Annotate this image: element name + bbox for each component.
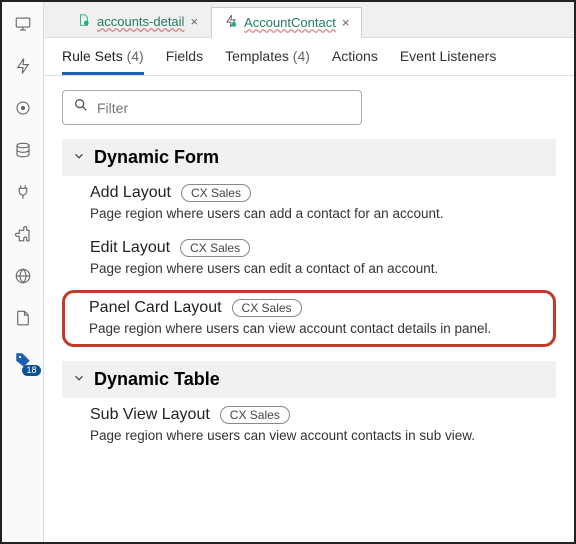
pill-cx-sales: CX Sales [220, 406, 290, 424]
subtab-count: (4) [127, 48, 144, 64]
item-desc: Page region where users can edit a conta… [90, 261, 546, 276]
item-title: Edit Layout [90, 239, 170, 257]
badge-count: 18 [22, 365, 40, 376]
extension-icon[interactable] [11, 222, 35, 246]
tab-actions[interactable]: Actions [332, 48, 378, 75]
file-icon [77, 13, 91, 30]
subtab-label: Rule Sets [62, 48, 123, 64]
item-title: Sub View Layout [90, 406, 210, 424]
subtab-count: (4) [293, 48, 310, 64]
monitor-icon[interactable] [11, 12, 35, 36]
sidebar: 18 [2, 2, 44, 542]
chevron-down-icon [72, 147, 86, 168]
pill-cx-sales: CX Sales [181, 184, 251, 202]
layout-item-sub-view[interactable]: Sub View Layout CX Sales Page region whe… [62, 398, 556, 453]
layout-item-add[interactable]: Add Layout CX Sales Page region where us… [62, 176, 556, 231]
tab-label: AccountContact [244, 15, 336, 30]
tab-fields[interactable]: Fields [166, 48, 203, 75]
search-icon [73, 97, 89, 118]
layout-item-panel-card[interactable]: Panel Card Layout CX Sales Page region w… [62, 290, 556, 347]
layout-item-edit[interactable]: Edit Layout CX Sales Page region where u… [62, 231, 556, 286]
bolt-file-icon [224, 14, 238, 31]
tab-event-listeners[interactable]: Event Listeners [400, 48, 497, 75]
chevron-down-icon [72, 369, 86, 390]
sub-tabs: Rule Sets (4) Fields Templates (4) Actio… [44, 38, 574, 76]
item-desc: Page region where users can view account… [90, 428, 546, 443]
pill-cx-sales: CX Sales [180, 239, 250, 257]
tag-icon[interactable]: 18 [11, 348, 35, 372]
tab-accounts-detail[interactable]: accounts-detail × [64, 6, 211, 37]
bolt-icon[interactable] [11, 54, 35, 78]
item-desc: Page region where users can add a contac… [90, 206, 546, 221]
filter-input[interactable] [97, 100, 351, 116]
item-title: Panel Card Layout [89, 299, 222, 317]
tab-rulesets[interactable]: Rule Sets (4) [62, 48, 144, 75]
subtab-label: Templates [225, 48, 289, 64]
close-icon[interactable]: × [190, 14, 198, 29]
section-title: Dynamic Table [94, 369, 220, 390]
document-icon[interactable] [11, 306, 35, 330]
content-area: Dynamic Form Add Layout CX Sales Page re… [44, 76, 574, 542]
section-dynamic-form[interactable]: Dynamic Form [62, 139, 556, 176]
main-area: accounts-detail × AccountContact × Rule … [44, 2, 574, 542]
close-icon[interactable]: × [342, 15, 350, 30]
tab-templates[interactable]: Templates (4) [225, 48, 310, 75]
item-desc: Page region where users can view account… [89, 321, 545, 336]
target-icon[interactable] [11, 96, 35, 120]
database-icon[interactable] [11, 138, 35, 162]
editor-tabs: accounts-detail × AccountContact × [44, 2, 574, 38]
pill-cx-sales: CX Sales [232, 299, 302, 317]
filter-input-wrapper[interactable] [62, 90, 362, 125]
tab-label: accounts-detail [97, 14, 184, 29]
tab-account-contact[interactable]: AccountContact × [211, 7, 362, 38]
plug-icon[interactable] [11, 180, 35, 204]
section-title: Dynamic Form [94, 147, 219, 168]
item-title: Add Layout [90, 184, 171, 202]
globe-icon[interactable] [11, 264, 35, 288]
section-dynamic-table[interactable]: Dynamic Table [62, 361, 556, 398]
